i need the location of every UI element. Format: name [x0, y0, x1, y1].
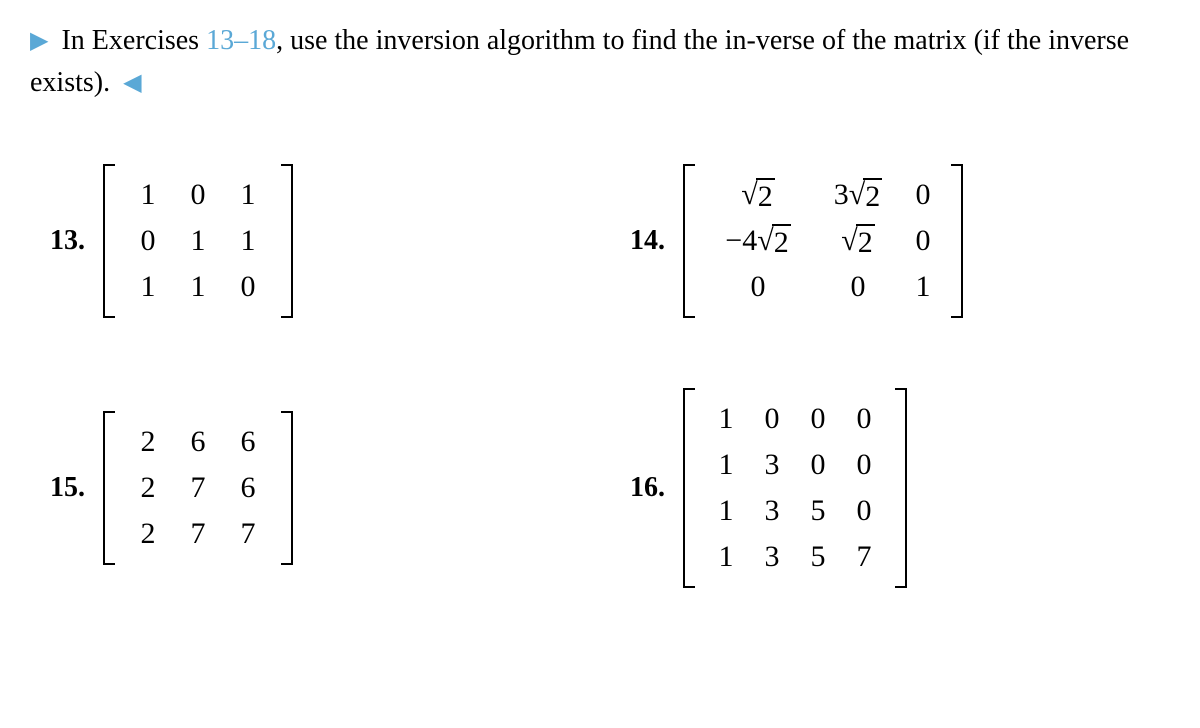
matrix-cell: √2 — [703, 172, 813, 218]
matrix-cell: 0 — [795, 396, 841, 442]
matrix-cell: 1 — [123, 264, 173, 310]
matrix-cell: 1 — [173, 264, 223, 310]
matrix-cell: 6 — [223, 419, 273, 465]
problem-14: 14. √2 3√2 0 −4√2 √2 0 0 0 1 — [630, 164, 1170, 318]
triangle-right-icon: ▶ — [30, 23, 48, 59]
matrix-cell: 7 — [223, 511, 273, 557]
matrix-cell: 0 — [795, 442, 841, 488]
problem-grid: 13. 1 0 1 0 1 1 1 1 0 14. √2 3√2 — [30, 164, 1170, 588]
triangle-left-icon: ◀ — [123, 65, 141, 101]
problem-number: 14. — [630, 225, 665, 257]
matrix-cell: √2 — [813, 218, 903, 264]
problem-15: 15. 2 6 6 2 7 6 2 7 7 — [50, 388, 590, 588]
matrix-cell: 0 — [123, 218, 173, 264]
matrix-cell: 1 — [123, 172, 173, 218]
problem-number: 15. — [50, 472, 85, 504]
problem-16: 16. 1 0 0 0 1 3 0 0 1 3 5 0 1 3 5 7 — [630, 388, 1170, 588]
matrix-cell: 5 — [795, 488, 841, 534]
matrix-cell: 1 — [703, 442, 749, 488]
matrix-cell: 0 — [749, 396, 795, 442]
matrix-cell: 0 — [841, 396, 887, 442]
matrix-cell: 2 — [123, 511, 173, 557]
problem-13: 13. 1 0 1 0 1 1 1 1 0 — [50, 164, 590, 318]
matrix-cell: 0 — [841, 442, 887, 488]
matrix-cell: 1 — [903, 264, 943, 310]
matrix-cell: 7 — [173, 511, 223, 557]
matrix-cell: 2 — [123, 465, 173, 511]
matrix-cell: 1 — [703, 534, 749, 580]
matrix-cell: 3√2 — [813, 172, 903, 218]
problem-number: 16. — [630, 472, 665, 504]
matrix-cell: 1 — [223, 218, 273, 264]
matrix-cell: 0 — [813, 264, 903, 310]
exercise-instruction: ▶ In Exercises 13–18, use the inversion … — [30, 20, 1170, 104]
exercise-range: 13–18 — [206, 25, 276, 56]
matrix-cell: 3 — [749, 534, 795, 580]
matrix-cell: 3 — [749, 442, 795, 488]
instruction-prefix: In Exercises — [61, 25, 206, 56]
matrix-14: √2 3√2 0 −4√2 √2 0 0 0 1 — [683, 164, 963, 318]
matrix-cell: 1 — [703, 488, 749, 534]
matrix-cell: 0 — [841, 488, 887, 534]
matrix-cell: 1 — [173, 218, 223, 264]
matrix-cell: 6 — [173, 419, 223, 465]
matrix-cell: 0 — [903, 172, 943, 218]
matrix-cell: 6 — [223, 465, 273, 511]
matrix-cell: −4√2 — [703, 218, 813, 264]
matrix-cell: 1 — [223, 172, 273, 218]
matrix-cell: 2 — [123, 419, 173, 465]
matrix-cell: 0 — [903, 218, 943, 264]
matrix-16: 1 0 0 0 1 3 0 0 1 3 5 0 1 3 5 7 — [683, 388, 907, 588]
matrix-cell: 0 — [703, 264, 813, 310]
problem-number: 13. — [50, 225, 85, 257]
matrix-cell: 0 — [173, 172, 223, 218]
matrix-cell: 1 — [703, 396, 749, 442]
matrix-cell: 0 — [223, 264, 273, 310]
matrix-cell: 3 — [749, 488, 795, 534]
matrix-cell: 7 — [841, 534, 887, 580]
matrix-cell: 7 — [173, 465, 223, 511]
matrix-15: 2 6 6 2 7 6 2 7 7 — [103, 411, 293, 565]
matrix-13: 1 0 1 0 1 1 1 1 0 — [103, 164, 293, 318]
matrix-cell: 5 — [795, 534, 841, 580]
